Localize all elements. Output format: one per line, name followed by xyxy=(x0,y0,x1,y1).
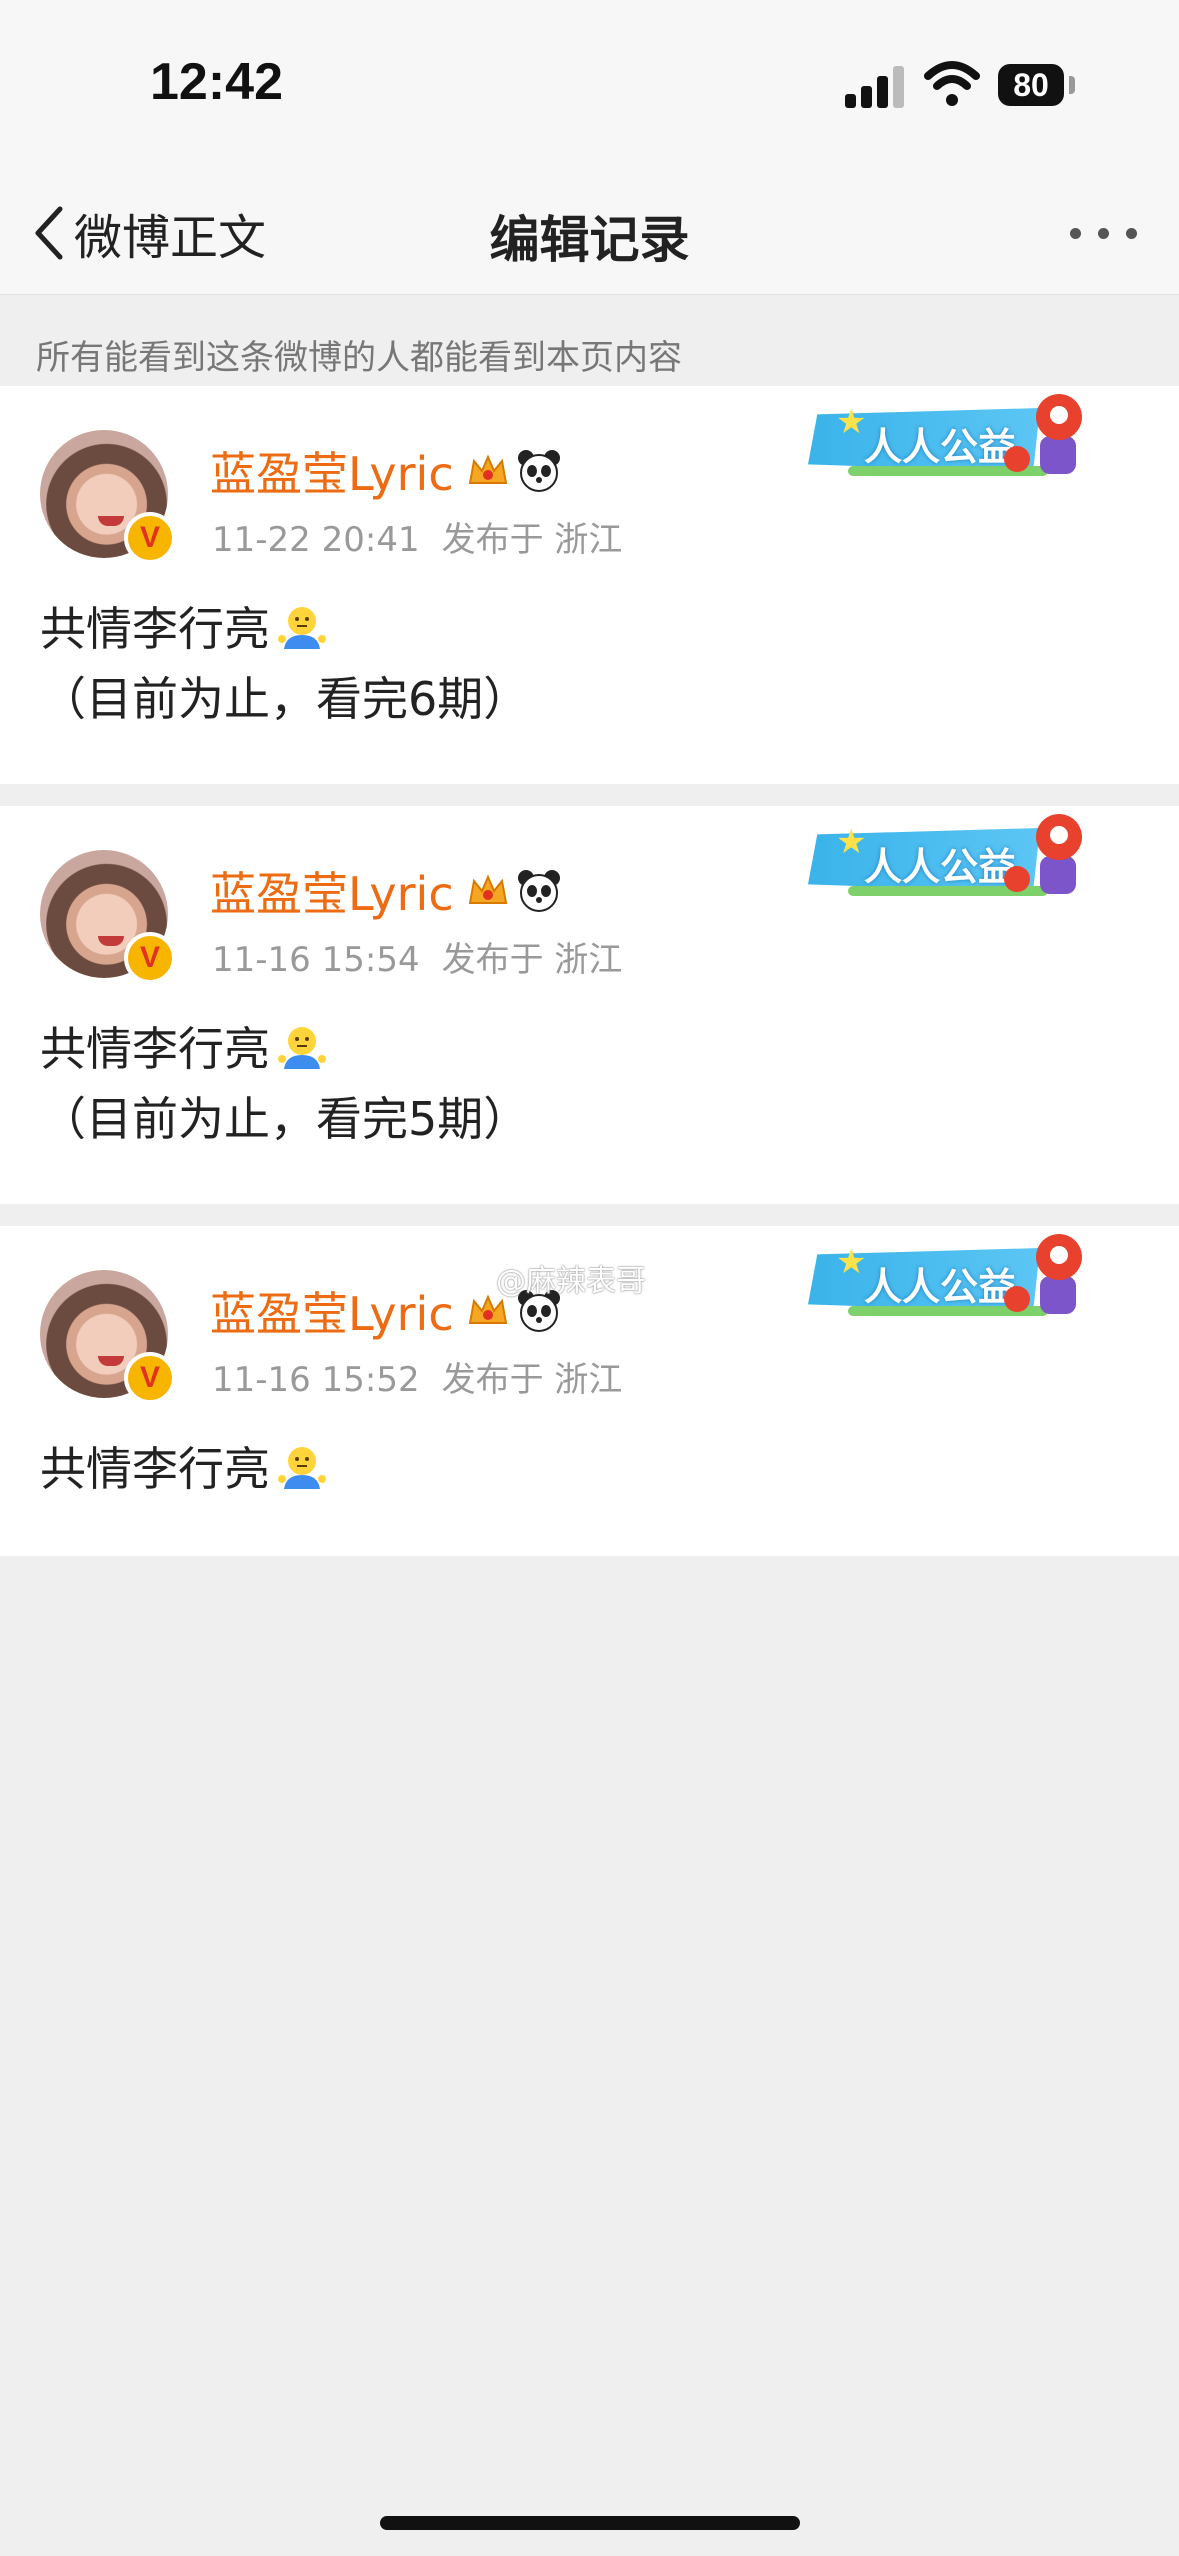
post-meta: 11-16 15:52 发布于 浙江 xyxy=(212,1352,622,1401)
battery-cap xyxy=(1069,76,1075,94)
badge-text: 人人公益 xyxy=(864,845,1017,889)
post-time: 11-16 15:52 xyxy=(212,1360,420,1400)
post-content: 共情李行亮 （目前为止，看完5期） xyxy=(40,1014,529,1154)
content-text: 共情李行亮 xyxy=(40,602,270,656)
username-text: 蓝盈莹Lyric xyxy=(210,867,454,921)
public-welfare-badge[interactable]: ★ 人人公益 xyxy=(808,1234,1090,1326)
verified-v-icon: V xyxy=(124,1352,176,1404)
edit-record-card: V 蓝盈莹Lyric 11-22 20:41 发布于 浙江 ★ 人人公益 共情李行… xyxy=(0,386,1179,784)
content-text: 共情李行亮 xyxy=(40,1022,270,1076)
crown-icon xyxy=(468,454,507,484)
public-welfare-badge[interactable]: ★ 人人公益 xyxy=(808,814,1090,906)
home-indicator[interactable] xyxy=(380,2516,800,2530)
public-welfare-badge[interactable]: ★ 人人公益 xyxy=(808,394,1090,486)
mascot-mini-icon xyxy=(1004,1286,1030,1312)
star-icon: ★ xyxy=(836,1242,867,1282)
avatar-lips xyxy=(98,516,124,526)
post-time: 11-16 15:54 xyxy=(212,940,420,980)
content-line: （目前为止，看完6期） xyxy=(40,664,529,734)
username[interactable]: 蓝盈莹Lyric xyxy=(210,858,562,924)
star-icon: ★ xyxy=(836,402,867,442)
content-line: 共情李行亮 xyxy=(40,1434,328,1504)
cellular-signal-icon xyxy=(845,64,907,108)
crown-icon xyxy=(468,874,507,904)
content-text: 共情李行亮 xyxy=(40,1442,270,1496)
mascot-mini-icon xyxy=(1004,446,1030,472)
visibility-notice: 所有能看到这条微博的人都能看到本页内容 xyxy=(36,338,682,378)
mascot-body xyxy=(1040,1276,1076,1314)
avatar-lips xyxy=(98,1356,124,1366)
mascot-body xyxy=(1040,856,1076,894)
post-location: 发布于 浙江 xyxy=(441,940,623,980)
badge-text: 人人公益 xyxy=(864,1265,1017,1309)
shrug-emoji-icon xyxy=(278,1027,326,1069)
status-time: 12:42 xyxy=(150,53,283,111)
panda-icon xyxy=(517,450,560,492)
avatar-lips xyxy=(98,936,124,946)
username-text: 蓝盈莹Lyric xyxy=(210,1287,454,1341)
verified-v-icon: V xyxy=(124,512,176,564)
navigation-bar: 微博正文 编辑记录 xyxy=(0,170,1179,295)
post-content: 共情李行亮 xyxy=(40,1434,328,1504)
more-options-button[interactable] xyxy=(1060,208,1150,258)
badge-text: 人人公益 xyxy=(864,425,1017,469)
panda-icon xyxy=(517,870,560,912)
post-location: 发布于 浙江 xyxy=(441,520,623,560)
content-text: （目前为止，看完5期） xyxy=(40,1092,530,1146)
post-meta: 11-22 20:41 发布于 浙江 xyxy=(212,512,622,561)
shrug-emoji-icon xyxy=(278,607,326,649)
post-content: 共情李行亮 （目前为止，看完6期） xyxy=(40,594,529,734)
wifi-icon xyxy=(924,61,980,106)
mascot-mini-icon xyxy=(1004,866,1030,892)
username-text: 蓝盈莹Lyric xyxy=(210,447,454,501)
verified-v-icon: V xyxy=(124,932,176,984)
post-location: 发布于 浙江 xyxy=(441,1360,623,1400)
page-title: 编辑记录 xyxy=(489,211,690,269)
mascot-eye xyxy=(1050,826,1068,844)
post-meta: 11-16 15:54 发布于 浙江 xyxy=(212,932,622,981)
star-icon: ★ xyxy=(836,822,867,862)
username[interactable]: 蓝盈莹Lyric xyxy=(210,438,562,504)
content-line: （目前为止，看完5期） xyxy=(40,1084,529,1154)
content-text: （目前为止，看完6期） xyxy=(40,672,530,726)
content-line: 共情李行亮 xyxy=(40,1014,529,1084)
mascot-body xyxy=(1040,436,1076,474)
watermark: @麻辣表哥 xyxy=(496,1264,646,1299)
content-line: 共情李行亮 xyxy=(40,594,529,664)
battery-icon: 80 xyxy=(998,64,1064,106)
edit-record-card: V 蓝盈莹Lyric 11-16 15:54 发布于 浙江 ★ 人人公益 共情李行… xyxy=(0,806,1179,1204)
mascot-eye xyxy=(1050,1246,1068,1264)
status-bar: 12:42 80 xyxy=(0,0,1179,170)
post-time: 11-22 20:41 xyxy=(212,520,420,560)
mascot-eye xyxy=(1050,406,1068,424)
shrug-emoji-icon xyxy=(278,1447,326,1489)
